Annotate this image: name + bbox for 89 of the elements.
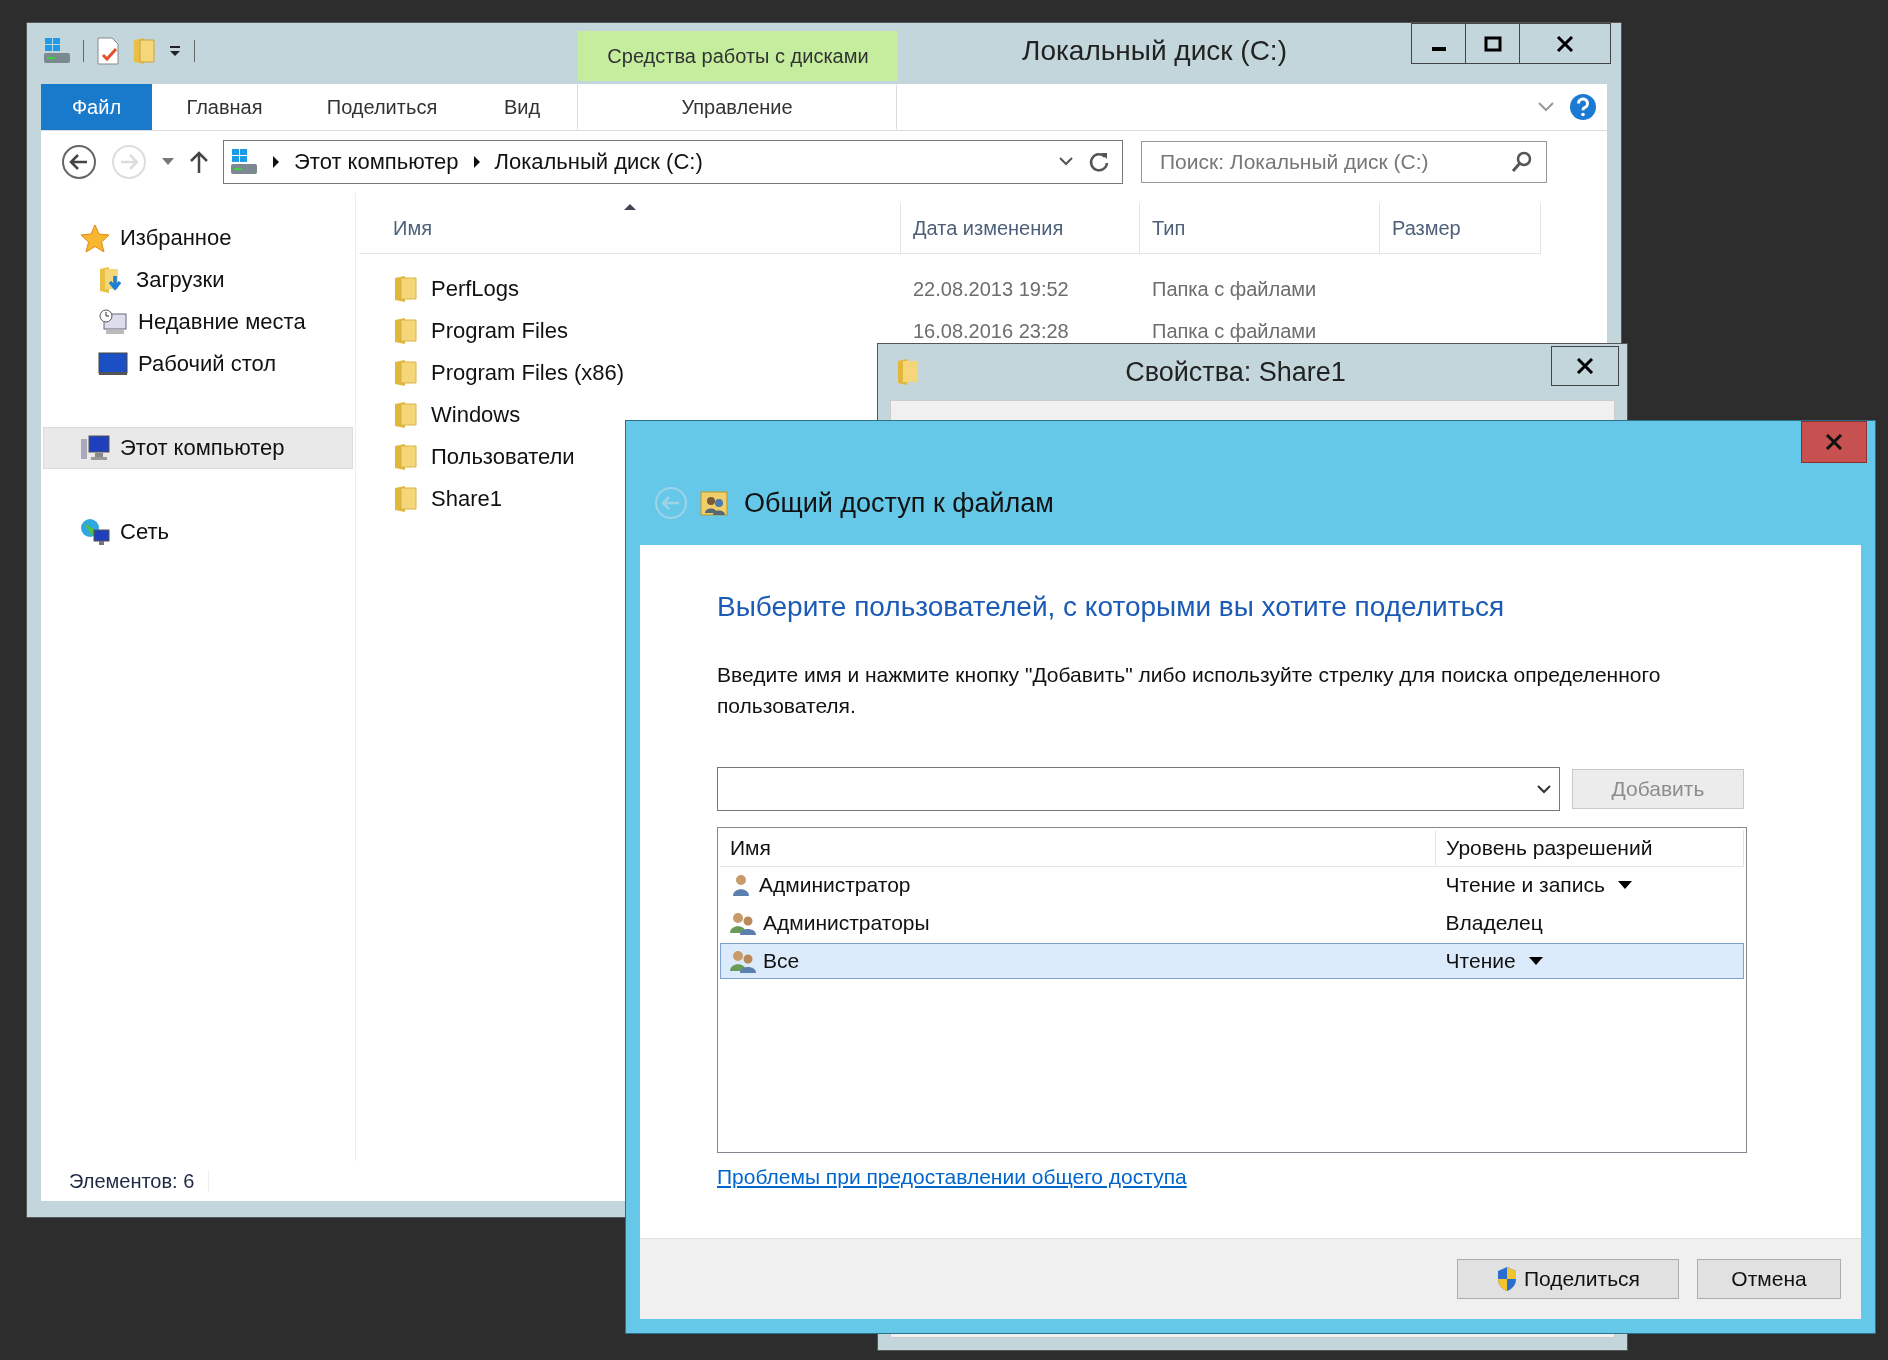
- user-name: Администраторы: [763, 911, 930, 935]
- dropdown-arrow-icon[interactable]: [1527, 956, 1544, 966]
- folder-icon: [393, 317, 419, 345]
- close-icon: [1556, 35, 1574, 52]
- computer-icon: [80, 435, 110, 461]
- close-button[interactable]: [1551, 346, 1619, 386]
- nav-item[interactable]: Избранное: [43, 217, 353, 259]
- window-title: Свойства: Share1: [1124, 356, 1347, 388]
- nav-item[interactable]: Недавние места: [43, 301, 353, 343]
- column-header[interactable]: Имя: [359, 203, 901, 253]
- user-row[interactable]: Администратор Чтение и запись: [720, 867, 1744, 903]
- nav-item[interactable]: Сеть: [43, 511, 353, 553]
- desktop-icon: [98, 352, 128, 376]
- file-name[interactable]: Program Files: [431, 318, 568, 344]
- properties-icon[interactable]: [96, 37, 120, 65]
- folder-icon: [896, 358, 920, 386]
- shield-icon: [1496, 1266, 1518, 1292]
- user-name-combobox[interactable]: [717, 767, 1560, 811]
- file-name[interactable]: Program Files (x86): [431, 360, 625, 386]
- user-row[interactable]: Администраторы Владелец: [720, 905, 1744, 941]
- user-group-icon: [729, 911, 757, 935]
- help-icon[interactable]: [1569, 93, 1597, 121]
- cancel-button[interactable]: Отмена: [1697, 1259, 1841, 1299]
- ribbon-tab[interactable]: Файл: [41, 84, 152, 130]
- user-name: Администратор: [759, 873, 911, 897]
- help-link[interactable]: Проблемы при предоставлении общего доступа: [717, 1165, 1187, 1189]
- window-title: Локальный диск (C:): [1021, 35, 1288, 67]
- context-group-label: Средства работы с дисками: [578, 31, 898, 81]
- file-name[interactable]: Windows: [431, 402, 521, 428]
- file-name[interactable]: Share1: [431, 486, 502, 512]
- folder-icon: [393, 275, 419, 303]
- nav-item[interactable]: Этот компьютер: [43, 427, 353, 469]
- status-bar-text: Элементов: 6: [69, 1169, 195, 1193]
- recent-places-icon: [98, 308, 128, 336]
- dropdown-arrow-icon[interactable]: [1616, 880, 1633, 890]
- breadcrumb[interactable]: Этот компьютер: [294, 149, 459, 175]
- column-header[interactable]: Размер: [1380, 203, 1541, 253]
- file-name[interactable]: Пользователи: [431, 444, 575, 470]
- address-bar[interactable]: Этот компьютер Локальный диск (C:): [223, 140, 1123, 184]
- nav-item[interactable]: Рабочий стол: [43, 343, 353, 385]
- column-header[interactable]: Тип: [1140, 203, 1380, 253]
- share-button[interactable]: Поделиться: [1457, 1259, 1679, 1299]
- dialog-heading: Выберите пользователей, с которыми вы хотите поделиться: [717, 591, 1506, 623]
- nav-item[interactable]: Загрузки: [43, 259, 353, 301]
- close-icon: [1576, 358, 1594, 374]
- instruction-text: Введите имя и нажмите кнопку "Добавить" либо используйте стрелку для поиска определенного пользователя.: [717, 662, 1662, 719]
- chevron-down-icon[interactable]: [1058, 157, 1074, 167]
- date-modified: 22.08.2013 19:52: [913, 277, 1069, 300]
- permission-level: Владелец: [1445, 911, 1543, 935]
- folder-icon: [393, 485, 419, 513]
- date-modified: 16.08.2016 23:28: [913, 319, 1069, 342]
- permission-level: Чтение: [1445, 949, 1516, 973]
- recent-locations-icon[interactable]: [161, 157, 175, 167]
- chevron-down-icon[interactable]: [1537, 784, 1551, 794]
- maximize-icon: [1483, 35, 1502, 52]
- search-icon: [1511, 151, 1533, 173]
- sharing-users-icon: [700, 489, 728, 517]
- maximize-button[interactable]: [1465, 23, 1519, 64]
- permission-level: Чтение и запись: [1445, 873, 1605, 897]
- minimize-icon: [1431, 46, 1446, 51]
- expand-ribbon-icon[interactable]: [1537, 101, 1555, 113]
- user-group-icon: [729, 949, 757, 973]
- folder-icon: [393, 401, 419, 429]
- dialog-title: Общий доступ к файлам: [744, 487, 1054, 519]
- back-icon[interactable]: [61, 144, 97, 180]
- minimize-button[interactable]: [1411, 23, 1465, 64]
- ribbon-tab[interactable]: Управление: [577, 84, 897, 130]
- search-field[interactable]: Поиск: Локальный диск (C:): [1141, 141, 1547, 183]
- file-name[interactable]: PerfLogs: [431, 276, 520, 302]
- up-arrow-icon[interactable]: [189, 150, 209, 174]
- user-row[interactable]: Все Чтение: [720, 943, 1744, 979]
- column-header[interactable]: Уровень разрешений: [1436, 830, 1744, 866]
- column-header[interactable]: Дата изменения: [901, 203, 1140, 253]
- chevron-right-icon[interactable]: [272, 156, 280, 168]
- refresh-icon[interactable]: [1088, 151, 1110, 173]
- chevron-right-icon[interactable]: [472, 156, 481, 168]
- star-icon: [80, 224, 110, 252]
- folder-icon: [393, 443, 419, 471]
- dropdown-icon[interactable]: [168, 44, 182, 58]
- folder-icon: [393, 359, 419, 387]
- file-type: Папка с файлами: [1152, 319, 1317, 342]
- user-name: Все: [763, 949, 800, 973]
- close-button[interactable]: [1519, 23, 1611, 64]
- close-icon: [1825, 434, 1843, 450]
- breadcrumb[interactable]: Локальный диск (C:): [494, 149, 703, 175]
- drive-icon: [230, 149, 258, 175]
- column-header[interactable]: Имя: [720, 830, 1436, 866]
- network-icon: [80, 518, 110, 546]
- file-type: Папка с файлами: [1152, 277, 1317, 300]
